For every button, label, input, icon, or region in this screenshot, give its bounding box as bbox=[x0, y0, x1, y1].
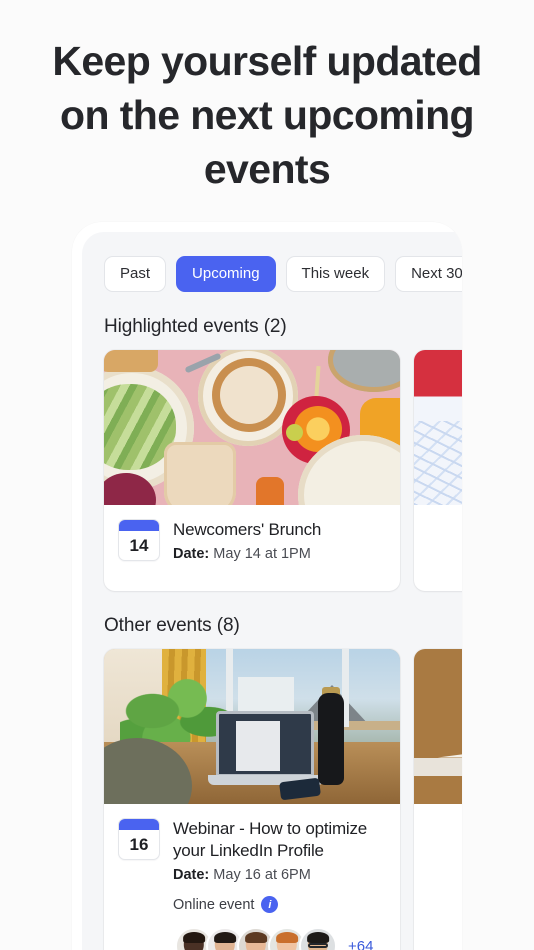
filter-chip-next-30-days[interactable]: Next 30 days bbox=[395, 256, 462, 292]
event-card-newcomers-brunch[interactable]: 14 Newcomers' Brunch Date: May 14 at 1PM bbox=[104, 350, 400, 591]
event-card-peek-next-2[interactable] bbox=[414, 649, 462, 950]
event-title: Webinar - How to optimize your LinkedIn … bbox=[173, 819, 368, 860]
event-online-row: Online event i bbox=[173, 896, 386, 913]
section-title-other: Other events (8) bbox=[104, 615, 240, 636]
calendar-badge-day: 14 bbox=[129, 535, 149, 555]
event-filter-chips[interactable]: Past Upcoming This week Next 30 days bbox=[82, 232, 462, 292]
highlighted-events-carousel[interactable]: 14 Newcomers' Brunch Date: May 14 at 1PM bbox=[82, 350, 462, 591]
peek-event-photo-2 bbox=[414, 649, 462, 804]
page-title: Keep yourself updated on the next upcomi… bbox=[52, 38, 482, 192]
promo-screenshot: Keep yourself updated on the next upcomi… bbox=[0, 0, 534, 950]
peek-event-photo bbox=[414, 350, 462, 505]
event-date-line: Date: May 14 at 1PM bbox=[173, 545, 386, 564]
event-date-value: May 16 at 6PM bbox=[213, 867, 311, 883]
event-card-peek-next[interactable] bbox=[414, 350, 462, 591]
event-title: Newcomers' Brunch bbox=[173, 520, 322, 539]
event-date-label: Date: bbox=[173, 546, 210, 562]
phone-screen: Past Upcoming This week Next 30 days Hig… bbox=[82, 232, 462, 950]
event-date-value: May 14 at 1PM bbox=[213, 546, 311, 562]
calendar-badge-header bbox=[119, 819, 159, 830]
event-date-label: Date: bbox=[173, 867, 210, 883]
section-title-highlighted: Highlighted events (2) bbox=[104, 316, 287, 337]
home-office-desk-photo bbox=[104, 649, 400, 804]
attendees-more-link[interactable]: +64 bbox=[348, 938, 373, 950]
other-events-carousel[interactable]: 16 Webinar - How to optimize your Linked… bbox=[82, 649, 462, 950]
brunch-flatlay-photo bbox=[104, 350, 400, 505]
filter-chip-this-week[interactable]: This week bbox=[285, 256, 386, 292]
calendar-date-badge: 14 bbox=[118, 519, 160, 561]
calendar-badge-day: 16 bbox=[129, 834, 149, 854]
event-attendees[interactable]: +64 bbox=[173, 927, 386, 950]
phone-mockup-frame: Past Upcoming This week Next 30 days Hig… bbox=[72, 222, 462, 950]
avatar[interactable] bbox=[299, 927, 337, 950]
calendar-badge-header bbox=[119, 520, 159, 531]
filter-chip-past[interactable]: Past bbox=[104, 256, 167, 292]
info-icon[interactable]: i bbox=[261, 896, 279, 913]
event-card-linkedin-webinar[interactable]: 16 Webinar - How to optimize your Linked… bbox=[104, 649, 400, 950]
event-date-line: Date: May 16 at 6PM bbox=[173, 866, 386, 885]
event-online-label: Online event bbox=[173, 896, 255, 913]
calendar-date-badge: 16 bbox=[118, 818, 160, 860]
filter-chip-upcoming[interactable]: Upcoming bbox=[176, 256, 276, 292]
